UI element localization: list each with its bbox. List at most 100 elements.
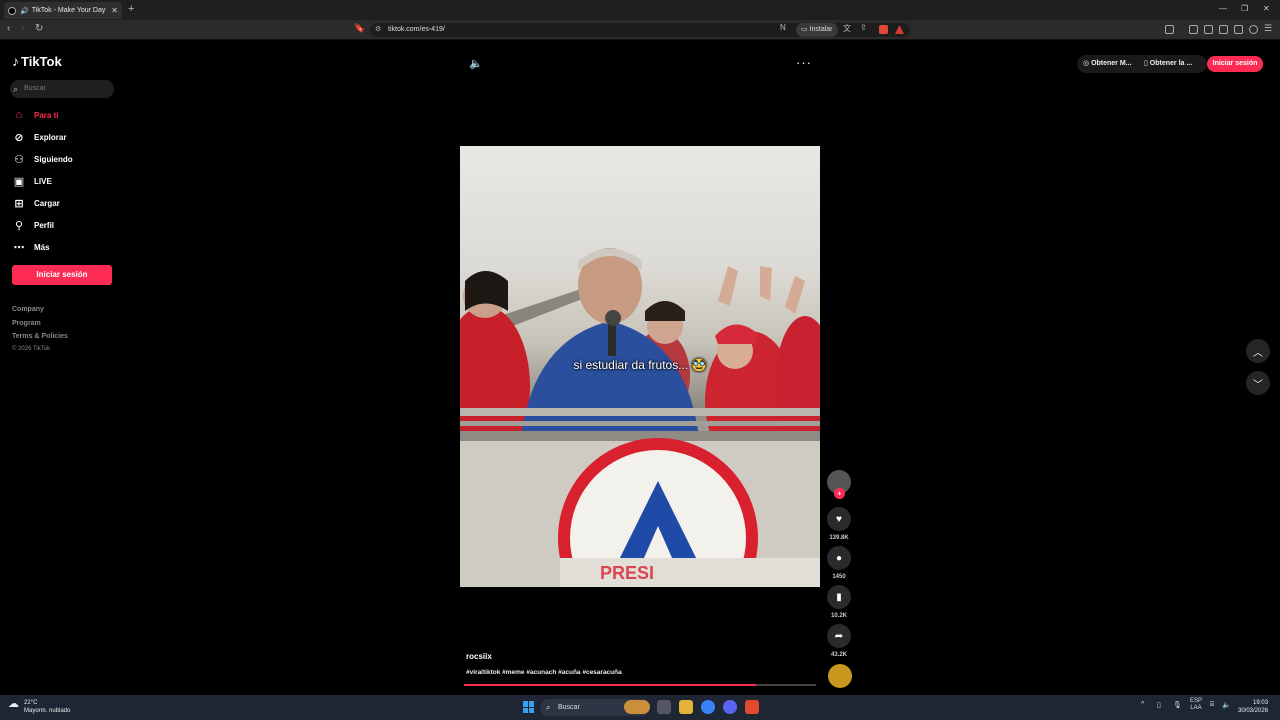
sidebar-item-perfil[interactable]: ⚲ Perfil <box>12 217 122 233</box>
get-app-button[interactable]: ◎ Obtener M... <box>1083 55 1132 73</box>
tray-overflow-icon[interactable]: ^ <box>1141 701 1144 708</box>
get-desktop-label: Obtener la ... <box>1149 60 1193 67</box>
share-icon[interactable]: ⇪ <box>860 23 867 32</box>
chrome-icon[interactable] <box>701 700 715 714</box>
media-icon[interactable] <box>1189 25 1198 34</box>
file-explorer-icon[interactable] <box>679 700 693 714</box>
back-icon[interactable]: ‹ <box>7 23 10 34</box>
sidebar-item-label: Explorar <box>34 132 67 142</box>
maximize-icon[interactable]: ❐ <box>1241 4 1248 13</box>
taskbar-search-label: Buscar <box>558 704 580 711</box>
bookmark-icon[interactable]: 🔖 <box>354 23 365 34</box>
more-icon: ⋯ <box>13 241 25 254</box>
browser-tab[interactable]: 🔊 TikTok - Make Your Day ✕ <box>4 2 122 19</box>
sidebar-item-siguiendo[interactable]: ⚇ Siguiendo <box>12 151 122 167</box>
lang-code: ESP <box>1190 698 1203 704</box>
close-tab-icon[interactable]: ✕ <box>111 6 118 15</box>
reload-icon[interactable]: ↻ <box>35 23 43 34</box>
sidebar-item-explorar[interactable]: ⊘ Explorar <box>12 129 122 145</box>
save-count: 10.2K <box>830 613 847 619</box>
bookmark-icon: ▮ <box>836 591 842 603</box>
windows-taskbar: ☁ 22°C Mayorm. nublado ⌕ Buscar ^ ▯ 🎙 ES… <box>0 695 1280 720</box>
more-options-icon[interactable]: ··· <box>796 55 812 70</box>
follow-plus-icon[interactable]: + <box>834 488 845 499</box>
sidebar-item-live[interactable]: ▣ LIVE <box>12 173 122 189</box>
clock[interactable]: 19:03 30/03/2026 <box>1238 699 1268 715</box>
new-tab-button[interactable]: + <box>128 3 134 15</box>
url-text: tiktok.com/es-419/ <box>388 26 445 33</box>
network-icon[interactable]: ⌸ <box>1210 701 1214 709</box>
translate-icon[interactable]: 文 <box>843 23 851 34</box>
widget-thumbnail-icon[interactable] <box>624 700 650 714</box>
search-placeholder: Buscar <box>24 85 46 92</box>
site-info-icon[interactable]: ⚙ <box>375 23 381 37</box>
video-hashtags[interactable]: #viraltiktok #meme #acunach #acuña #cesa… <box>466 669 622 676</box>
footer-link-program[interactable]: Program <box>12 320 41 327</box>
brave-icon[interactable] <box>745 700 759 714</box>
cloud-icon: ☁ <box>8 698 19 710</box>
search-input[interactable]: ⌕ Buscar <box>10 80 114 98</box>
sidebar-item-para-ti[interactable]: ⌂ Para ti <box>12 107 122 123</box>
close-window-icon[interactable]: ✕ <box>1263 4 1270 13</box>
forward-icon[interactable]: › <box>21 23 24 34</box>
search-icon: ⌕ <box>546 703 551 712</box>
upload-icon: ⊞ <box>14 197 24 210</box>
task-view-icon[interactable] <box>657 700 671 714</box>
wallet-icon[interactable] <box>1219 25 1228 34</box>
install-button[interactable]: ▭ Instalar <box>796 23 838 37</box>
header-signin-button[interactable]: Iniciar sesión <box>1207 56 1263 72</box>
live-icon: ▣ <box>13 175 25 188</box>
speaker-icon: 🔊 <box>20 7 29 15</box>
video-author[interactable]: rocsiix <box>466 652 492 661</box>
menu-icon[interactable]: ☰ <box>1264 23 1272 34</box>
date: 30/03/2026 <box>1238 708 1269 714</box>
temperature: 22°C <box>24 700 38 706</box>
sidebar-toggle-icon[interactable] <box>1204 25 1213 34</box>
next-video-button[interactable]: ﹀ <box>1246 371 1270 395</box>
battery-icon[interactable]: ▯ <box>1157 701 1161 709</box>
sidebar-item-label: Cargar <box>34 198 60 208</box>
weather-widget[interactable]: ☁ 22°C Mayorm. nublado <box>8 699 70 715</box>
extension-icon[interactable] <box>1165 25 1174 34</box>
chevron-up-icon: ︿ <box>1253 347 1263 359</box>
tiktok-logo[interactable]: ♪ TikTok <box>12 53 62 69</box>
save-button[interactable]: ▮ <box>827 585 851 609</box>
start-button[interactable] <box>523 701 535 713</box>
language-indicator[interactable]: ESP LAA <box>1190 698 1202 712</box>
discord-icon[interactable] <box>723 700 737 714</box>
sidebar-item-mas[interactable]: ⋯ Más <box>12 239 122 255</box>
tiktok-favicon-icon <box>8 6 16 15</box>
volume-icon[interactable]: 🔈 <box>469 57 483 70</box>
minimize-icon[interactable]: — <box>1219 4 1227 13</box>
footer-link-terms[interactable]: Terms & Policies <box>12 333 68 340</box>
browser-toolbar: ‹ › ↻ 🔖 ⚙ tiktok.com/es-419/ N ▭ Instala… <box>0 20 1280 40</box>
comment-button[interactable]: ● <box>827 546 851 570</box>
chevron-down-icon: ﹀ <box>1253 379 1263 391</box>
profile-icon: ⚲ <box>14 219 24 232</box>
sidebar-item-label: Siguiendo <box>34 154 73 164</box>
share-arrow-icon: ➦ <box>834 630 844 642</box>
comment-count: 1450 <box>832 574 846 580</box>
share-button[interactable]: ➦ <box>827 624 851 648</box>
brave-shield-icon[interactable] <box>879 25 888 34</box>
video-player[interactable]: PRESI si estudiar da frutos... 🥸 <box>460 146 820 587</box>
music-disc-icon[interactable] <box>828 664 852 688</box>
like-count: 139.8K <box>829 535 849 541</box>
mic-icon[interactable]: 🎙 <box>1173 701 1182 709</box>
volume-tray-icon[interactable]: 🔈 <box>1222 701 1231 709</box>
weather-text: Mayorm. nublado <box>24 708 71 714</box>
footer-link-company[interactable]: Company <box>12 306 44 313</box>
vpn-icon[interactable] <box>1249 25 1258 34</box>
time: 19:03 <box>1253 700 1269 706</box>
leo-icon[interactable] <box>1234 25 1243 34</box>
share-count: 43.2K <box>830 652 847 658</box>
like-button[interactable]: ♥ <box>827 507 851 531</box>
reader-icon[interactable]: N <box>780 23 786 32</box>
video-caption: si estudiar da frutos... 🥸 <box>573 358 707 372</box>
get-desktop-button[interactable]: ▯ Obtener la ... <box>1144 55 1192 73</box>
previous-video-button[interactable]: ︿ <box>1246 339 1270 363</box>
sidebar-item-cargar[interactable]: ⊞ Cargar <box>12 195 122 211</box>
video-progress-bar[interactable] <box>464 684 816 686</box>
login-button[interactable]: Iniciar sesión <box>12 265 112 285</box>
compass-icon: ⊘ <box>14 131 24 144</box>
